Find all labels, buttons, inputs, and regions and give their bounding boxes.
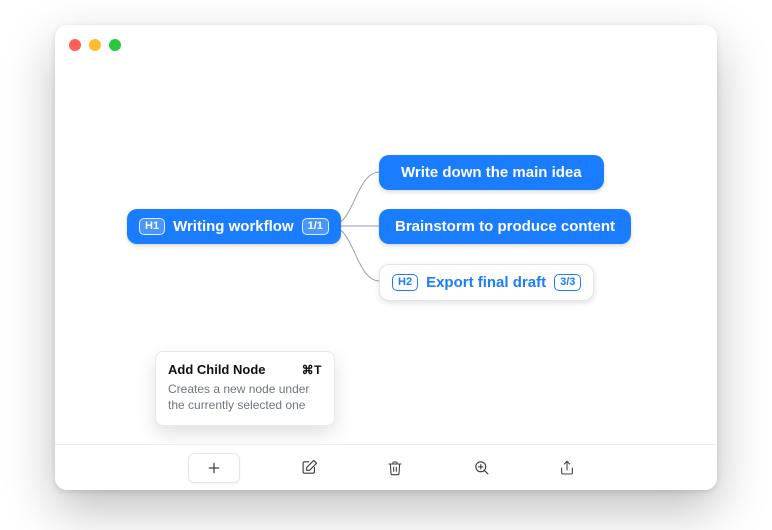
mindmap-canvas[interactable]: H1 Writing workflow 1/1 Write down the m…	[55, 25, 717, 490]
edit-icon	[301, 459, 318, 476]
mindmap-child-node-selected[interactable]: H2 Export final draft 3/3	[379, 264, 594, 301]
node-label: Brainstorm to produce content	[395, 218, 615, 235]
node-label: Writing workflow	[173, 218, 294, 235]
add-node-button[interactable]	[188, 453, 240, 483]
heading-badge: H1	[139, 218, 165, 235]
delete-node-button[interactable]	[378, 453, 412, 483]
node-label: Write down the main idea	[401, 164, 582, 181]
trash-icon	[387, 460, 403, 476]
tooltip-description: Creates a new node under the currently s…	[168, 381, 322, 413]
count-badge: 3/3	[554, 274, 581, 291]
share-button[interactable]	[550, 453, 584, 483]
share-icon	[559, 460, 575, 476]
tooltip-title: Add Child Node	[168, 362, 266, 377]
zoom-in-button[interactable]	[464, 453, 498, 483]
count-badge: 1/1	[302, 218, 329, 235]
tooltip-popover: Add Child Node ⌘T Creates a new node und…	[155, 351, 335, 426]
mindmap-root-node[interactable]: H1 Writing workflow 1/1	[127, 209, 341, 244]
node-label: Export final draft	[426, 274, 546, 291]
heading-badge: H2	[392, 274, 418, 291]
mindmap-child-node[interactable]: Brainstorm to produce content	[379, 209, 631, 244]
bottom-toolbar	[55, 444, 717, 490]
plus-icon	[206, 460, 222, 476]
edit-node-button[interactable]	[292, 453, 326, 483]
app-window: H1 Writing workflow 1/1 Write down the m…	[55, 25, 717, 490]
tooltip-shortcut: ⌘T	[302, 363, 322, 377]
mindmap-child-node[interactable]: Write down the main idea	[379, 155, 604, 190]
zoom-in-icon	[473, 459, 490, 476]
connector-lines	[55, 25, 717, 490]
